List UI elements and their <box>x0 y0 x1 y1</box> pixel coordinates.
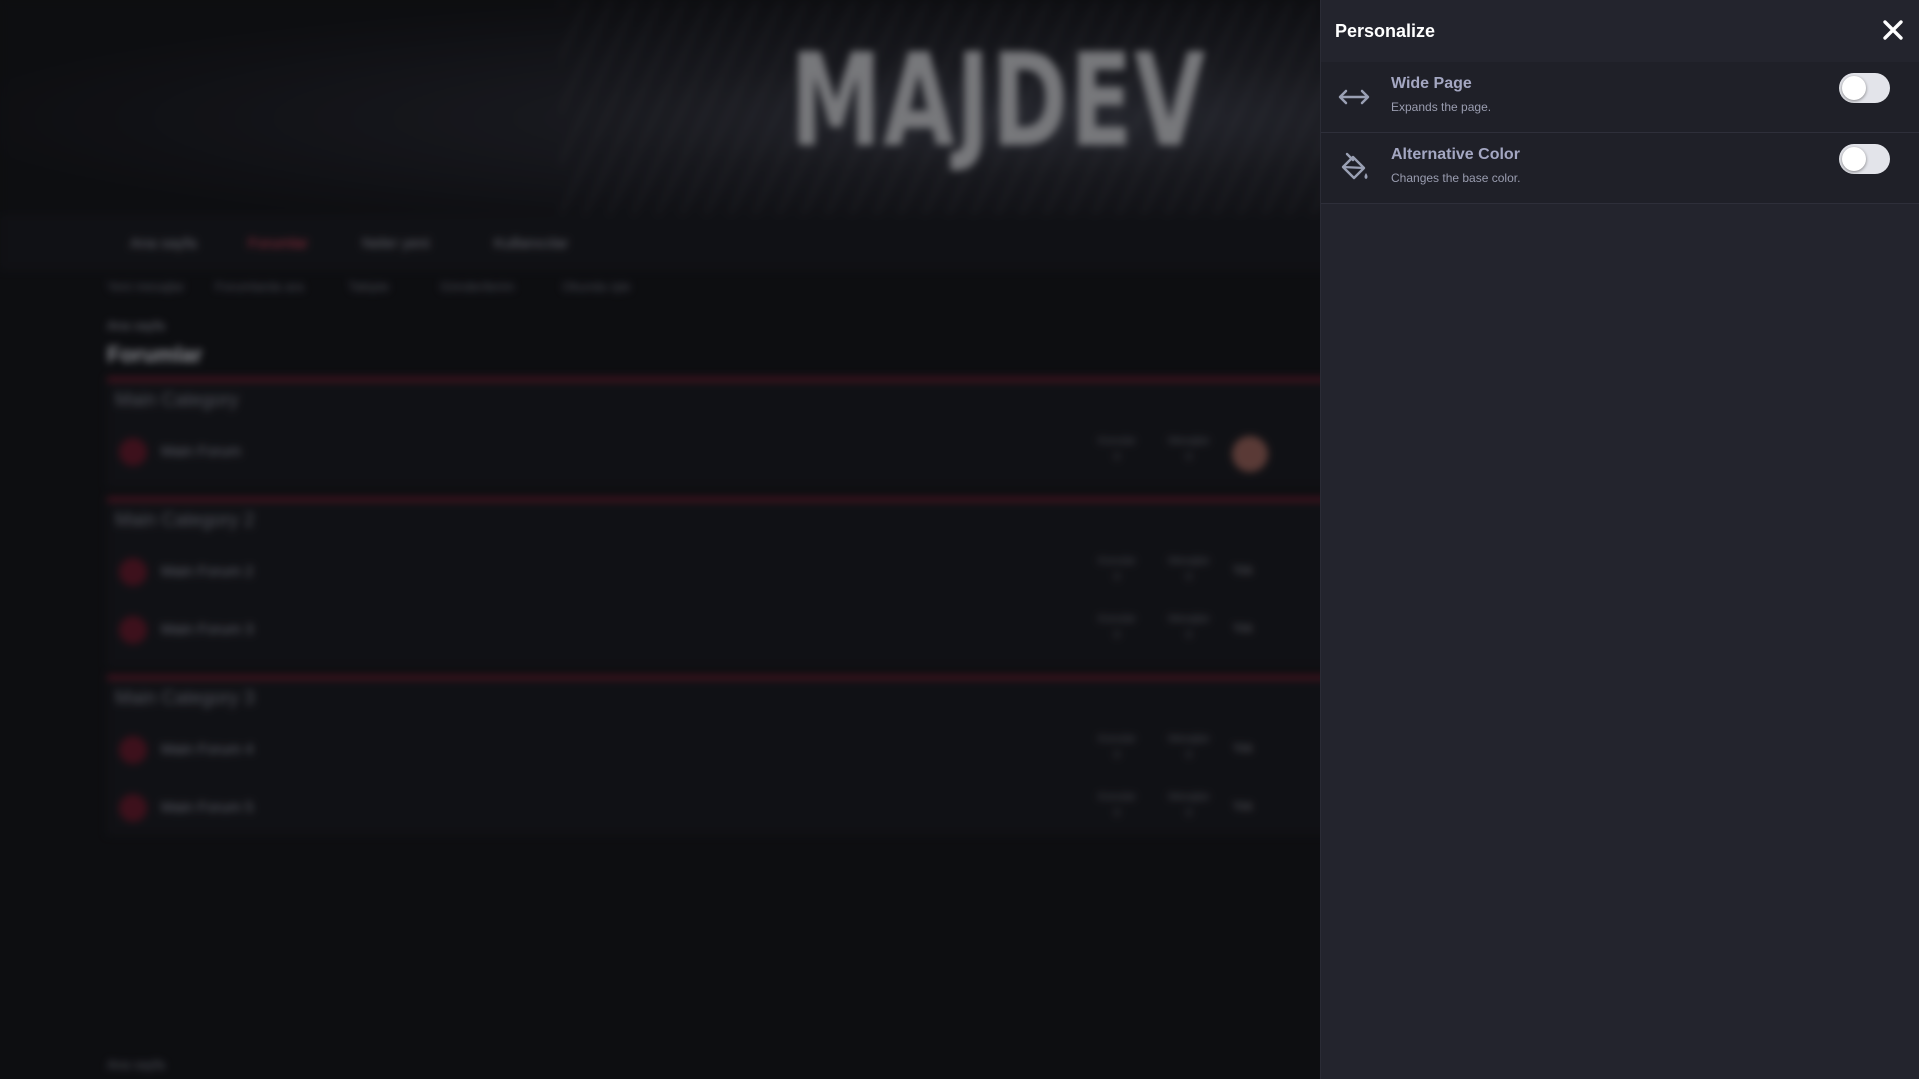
wide-page-toggle[interactable] <box>1839 73 1890 103</box>
toggle-knob <box>1842 76 1866 100</box>
panel-title: Personalize <box>1335 21 1436 41</box>
option-wide-page: Wide Page Expands the page. <box>1321 62 1919 133</box>
close-icon <box>1883 20 1903 40</box>
panel-header: Personalize <box>1321 0 1919 62</box>
option-description: Expands the page. <box>1391 100 1492 114</box>
paint-bucket-icon <box>1337 151 1371 185</box>
personalize-panel: Personalize Wide Page Expands the page. <box>1320 0 1919 1079</box>
toggle-knob <box>1842 147 1866 171</box>
alternative-color-toggle[interactable] <box>1839 144 1890 174</box>
option-title: Wide Page <box>1391 75 1472 92</box>
option-title: Alternative Color <box>1391 146 1520 163</box>
expand-horizontal-icon <box>1337 80 1371 114</box>
option-description: Changes the base color. <box>1391 171 1521 185</box>
option-alternative-color: Alternative Color Changes the base color… <box>1321 133 1919 204</box>
close-button[interactable] <box>1881 18 1905 42</box>
page-dim-overlay[interactable] <box>0 0 1320 1079</box>
